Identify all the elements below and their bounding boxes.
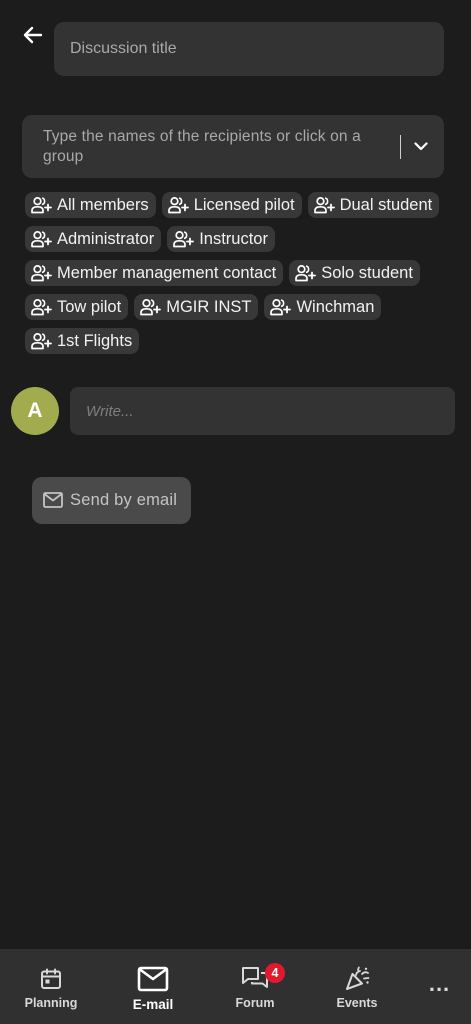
nav-forum-label: Forum [235,996,275,1010]
add-group-icon [167,196,189,214]
arrow-left-icon [23,26,43,44]
calendar-icon [39,965,63,993]
recipients-placeholder[interactable]: Type the names of the recipients or clic… [43,127,400,167]
group-chips: All members Licensed pilot Dual student … [25,192,445,354]
group-chip-member-management-contact[interactable]: Member management contact [25,260,284,286]
more-dots-icon: ... [428,970,451,996]
add-group-icon [270,298,292,316]
recipients-dropdown-toggle[interactable] [412,138,430,156]
party-popper-icon [344,965,370,993]
nav-forum[interactable]: Forum 4 [204,949,306,1024]
group-chip-tow-pilot[interactable]: Tow pilot [25,294,129,320]
avatar: A [11,387,59,435]
forum-unread-badge: 4 [265,963,285,983]
add-group-icon [173,230,195,248]
message-field[interactable] [70,387,455,435]
group-chip-instructor[interactable]: Instructor [167,226,275,252]
group-chip-dual-student[interactable]: Dual student [307,192,440,218]
add-group-icon [140,298,162,316]
message-input[interactable] [86,402,439,420]
add-group-icon [31,264,52,282]
group-chip-label: Instructor [199,229,268,248]
mail-icon [137,965,169,993]
group-chip-label: Licensed pilot [193,195,295,214]
group-chip-label: All members [57,195,149,214]
nav-planning-label: Planning [24,996,78,1010]
recipients-select[interactable]: Type the names of the recipients or clic… [22,115,444,178]
add-group-icon [31,196,52,214]
back-button[interactable] [18,22,48,48]
nav-more-button[interactable]: ... [408,949,471,1024]
group-chip-label: Dual student [339,195,433,214]
recipients-separator [400,134,401,159]
new-discussion-screen: Type the names of the recipients or clic… [0,0,471,1024]
group-chip-label: Tow pilot [57,297,122,316]
group-chip-label: MGIR INST [166,297,252,316]
discussion-title-field[interactable] [54,22,444,76]
add-group-icon [31,332,52,350]
group-chip-1st-flights[interactable]: 1st Flights [25,328,140,354]
group-chip-administrator[interactable]: Administrator [25,226,162,252]
group-chip-label: Solo student [321,263,413,282]
group-chip-label: Winchman [296,297,375,316]
add-group-icon [31,230,52,248]
send-by-email-label: Send by email [70,491,178,509]
group-chip-all-members[interactable]: All members [25,192,156,218]
mail-icon [43,492,64,509]
group-chip-solo-student[interactable]: Solo student [289,260,420,286]
nav-planning[interactable]: Planning [0,949,102,1024]
group-chip-label: Member management contact [57,263,277,282]
add-group-icon [295,264,317,282]
bottom-navigation: Planning E-mail Forum 4 Events ... [0,949,471,1024]
group-chip-label: Administrator [57,229,155,248]
add-group-icon [31,298,52,316]
chevron-down-icon [414,142,428,151]
group-chip-label: 1st Flights [57,331,133,350]
nav-events[interactable]: Events [306,949,408,1024]
nav-events-label: Events [336,996,378,1010]
discussion-title-input[interactable] [70,40,428,58]
group-chip-mgir-inst[interactable]: MGIR INST [134,294,259,320]
group-chip-winchman[interactable]: Winchman [264,294,382,320]
group-chip-licensed-pilot[interactable]: Licensed pilot [161,192,302,218]
nav-email[interactable]: E-mail [102,949,204,1024]
send-by-email-button[interactable]: Send by email [32,477,191,524]
add-group-icon [313,196,335,214]
nav-email-label: E-mail [132,997,174,1012]
